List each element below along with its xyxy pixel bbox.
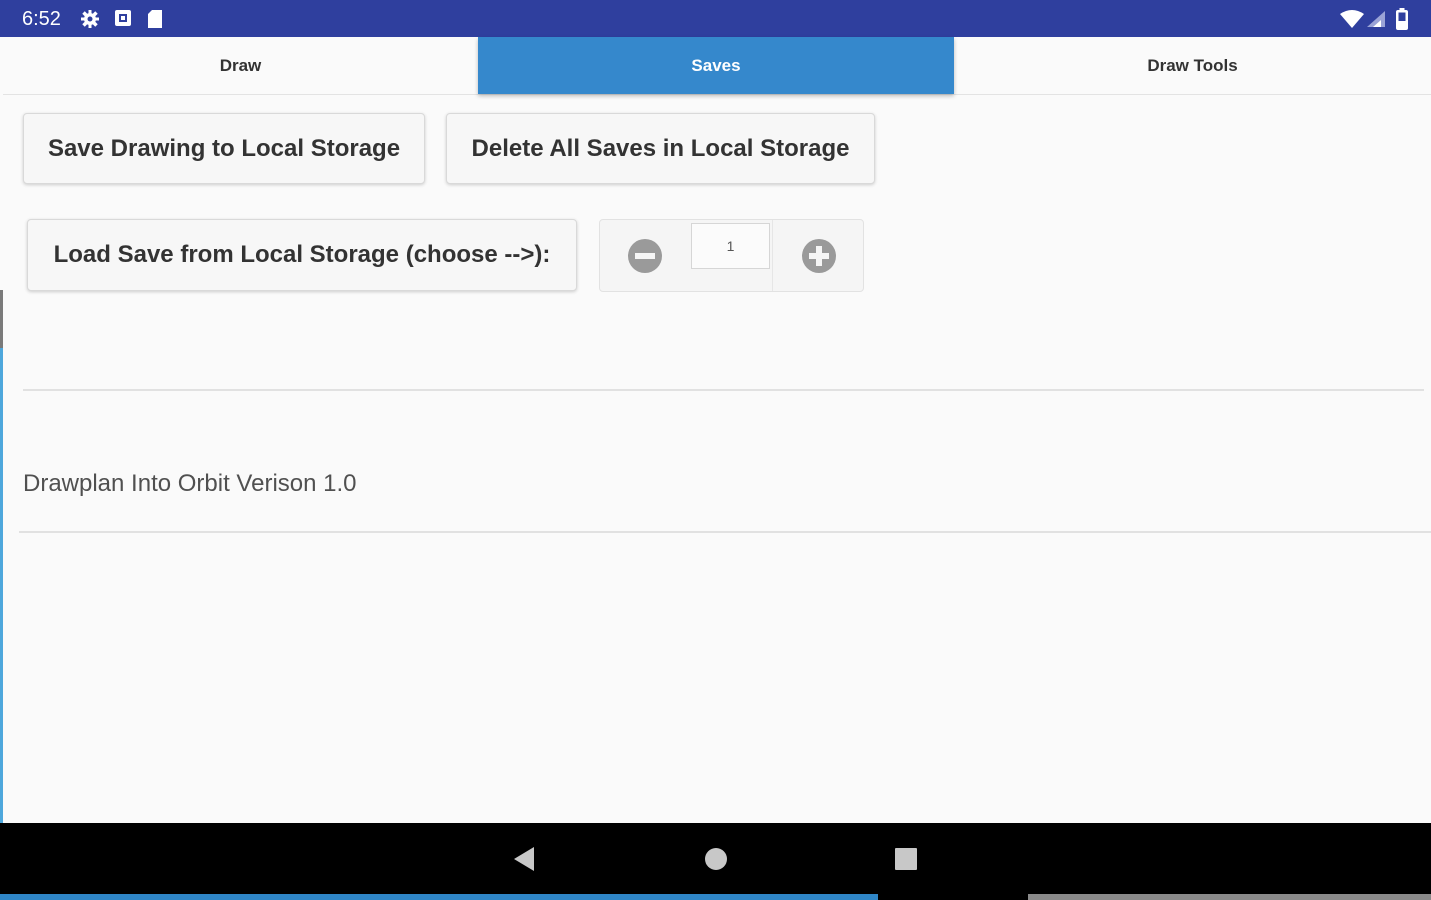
minus-circle-icon [628, 238, 662, 273]
app-window: 6:52 Draw Saves Draw Tools Save Drawing … [0, 0, 1431, 900]
home-circle-icon[interactable] [704, 847, 728, 871]
delete-all-saves-button[interactable]: Delete All Saves in Local Storage [446, 113, 875, 184]
tab-draw-label: Draw [219, 55, 262, 75]
plus-circle-icon [801, 238, 836, 273]
bottom-strip-dark [878, 894, 1028, 900]
wifi-icon [1340, 10, 1364, 28]
load-save-button[interactable]: Load Save from Local Storage (choose -->… [27, 219, 577, 291]
section-divider-bottom [19, 531, 1431, 533]
status-bar: 6:52 [0, 0, 1431, 37]
sd-card-icon [148, 10, 162, 28]
tab-draw-tools[interactable]: Draw Tools [954, 37, 1431, 94]
android-nav-bar [0, 823, 1431, 894]
status-time: 6:52 [22, 8, 61, 30]
left-edge-accent [0, 348, 3, 823]
square-notification-icon [115, 10, 131, 26]
tab-draw[interactable]: Draw [3, 37, 478, 94]
save-drawing-button-label: Save Drawing to Local Storage [47, 134, 401, 162]
bottom-strip-accent [0, 894, 878, 900]
version-text: Drawplan Into Orbit Verison 1.0 [23, 470, 357, 497]
back-triangle-icon[interactable] [512, 846, 536, 872]
save-slot-stepper [599, 219, 864, 292]
load-save-button-label: Load Save from Local Storage (choose -->… [53, 241, 551, 268]
section-divider-top [23, 389, 1424, 391]
tab-draw-tools-label: Draw Tools [1147, 55, 1238, 75]
cell-signal-icon [1367, 11, 1385, 27]
left-edge-marker [0, 290, 3, 348]
bottom-strip-gray [1028, 894, 1431, 900]
tab-bar: Draw Saves Draw Tools [3, 37, 1431, 95]
save-drawing-button[interactable]: Save Drawing to Local Storage [23, 113, 425, 184]
stepper-increment-button[interactable] [772, 220, 864, 291]
settings-gear-icon [81, 10, 99, 28]
delete-all-saves-button-label: Delete All Saves in Local Storage [471, 134, 850, 162]
tab-saves[interactable]: Saves [478, 37, 954, 94]
save-slot-input[interactable] [691, 223, 770, 269]
stepper-decrement-button[interactable] [600, 220, 690, 291]
recents-square-icon[interactable] [895, 848, 917, 870]
tab-saves-label: Saves [691, 55, 741, 75]
battery-icon [1396, 8, 1408, 30]
